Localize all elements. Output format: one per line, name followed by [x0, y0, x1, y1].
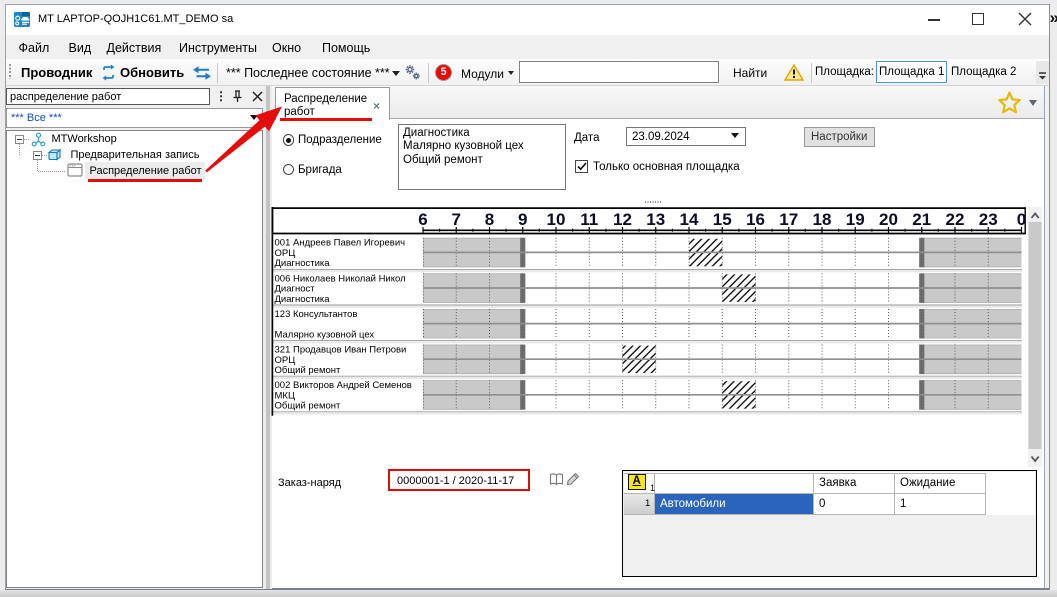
svg-text:21: 21 — [912, 210, 931, 229]
svg-text:23: 23 — [979, 210, 998, 229]
svg-text:Диагностика: Диагностика — [275, 258, 331, 269]
svg-text:9: 9 — [518, 210, 527, 229]
svg-text:22: 22 — [946, 210, 965, 229]
svg-text:14: 14 — [680, 210, 699, 229]
svg-text:8: 8 — [485, 210, 494, 229]
svg-text:20: 20 — [879, 210, 898, 229]
svg-text:Малярно кузовной цех: Малярно кузовной цех — [275, 329, 375, 340]
svg-text:19: 19 — [846, 210, 865, 229]
svg-text:11: 11 — [580, 210, 598, 229]
svg-text:Общий ремонт: Общий ремонт — [275, 401, 342, 412]
svg-text:12: 12 — [613, 210, 632, 229]
svg-text:15: 15 — [713, 210, 732, 229]
svg-text:123 Консультантов: 123 Консультантов — [275, 309, 358, 320]
svg-text:002 Викторов Андрей Семенов: 002 Викторов Андрей Семенов — [275, 380, 412, 391]
svg-text:16: 16 — [746, 210, 765, 229]
svg-text:0: 0 — [1017, 210, 1026, 229]
svg-text:Диагностика: Диагностика — [275, 294, 331, 305]
svg-text:Общий ремонт: Общий ремонт — [275, 365, 342, 376]
svg-text:10: 10 — [547, 210, 566, 229]
svg-text:17: 17 — [779, 210, 798, 229]
svg-text:7: 7 — [452, 210, 461, 229]
svg-text:18: 18 — [813, 210, 832, 229]
svg-text:13: 13 — [646, 210, 665, 229]
svg-text:6: 6 — [418, 210, 427, 229]
